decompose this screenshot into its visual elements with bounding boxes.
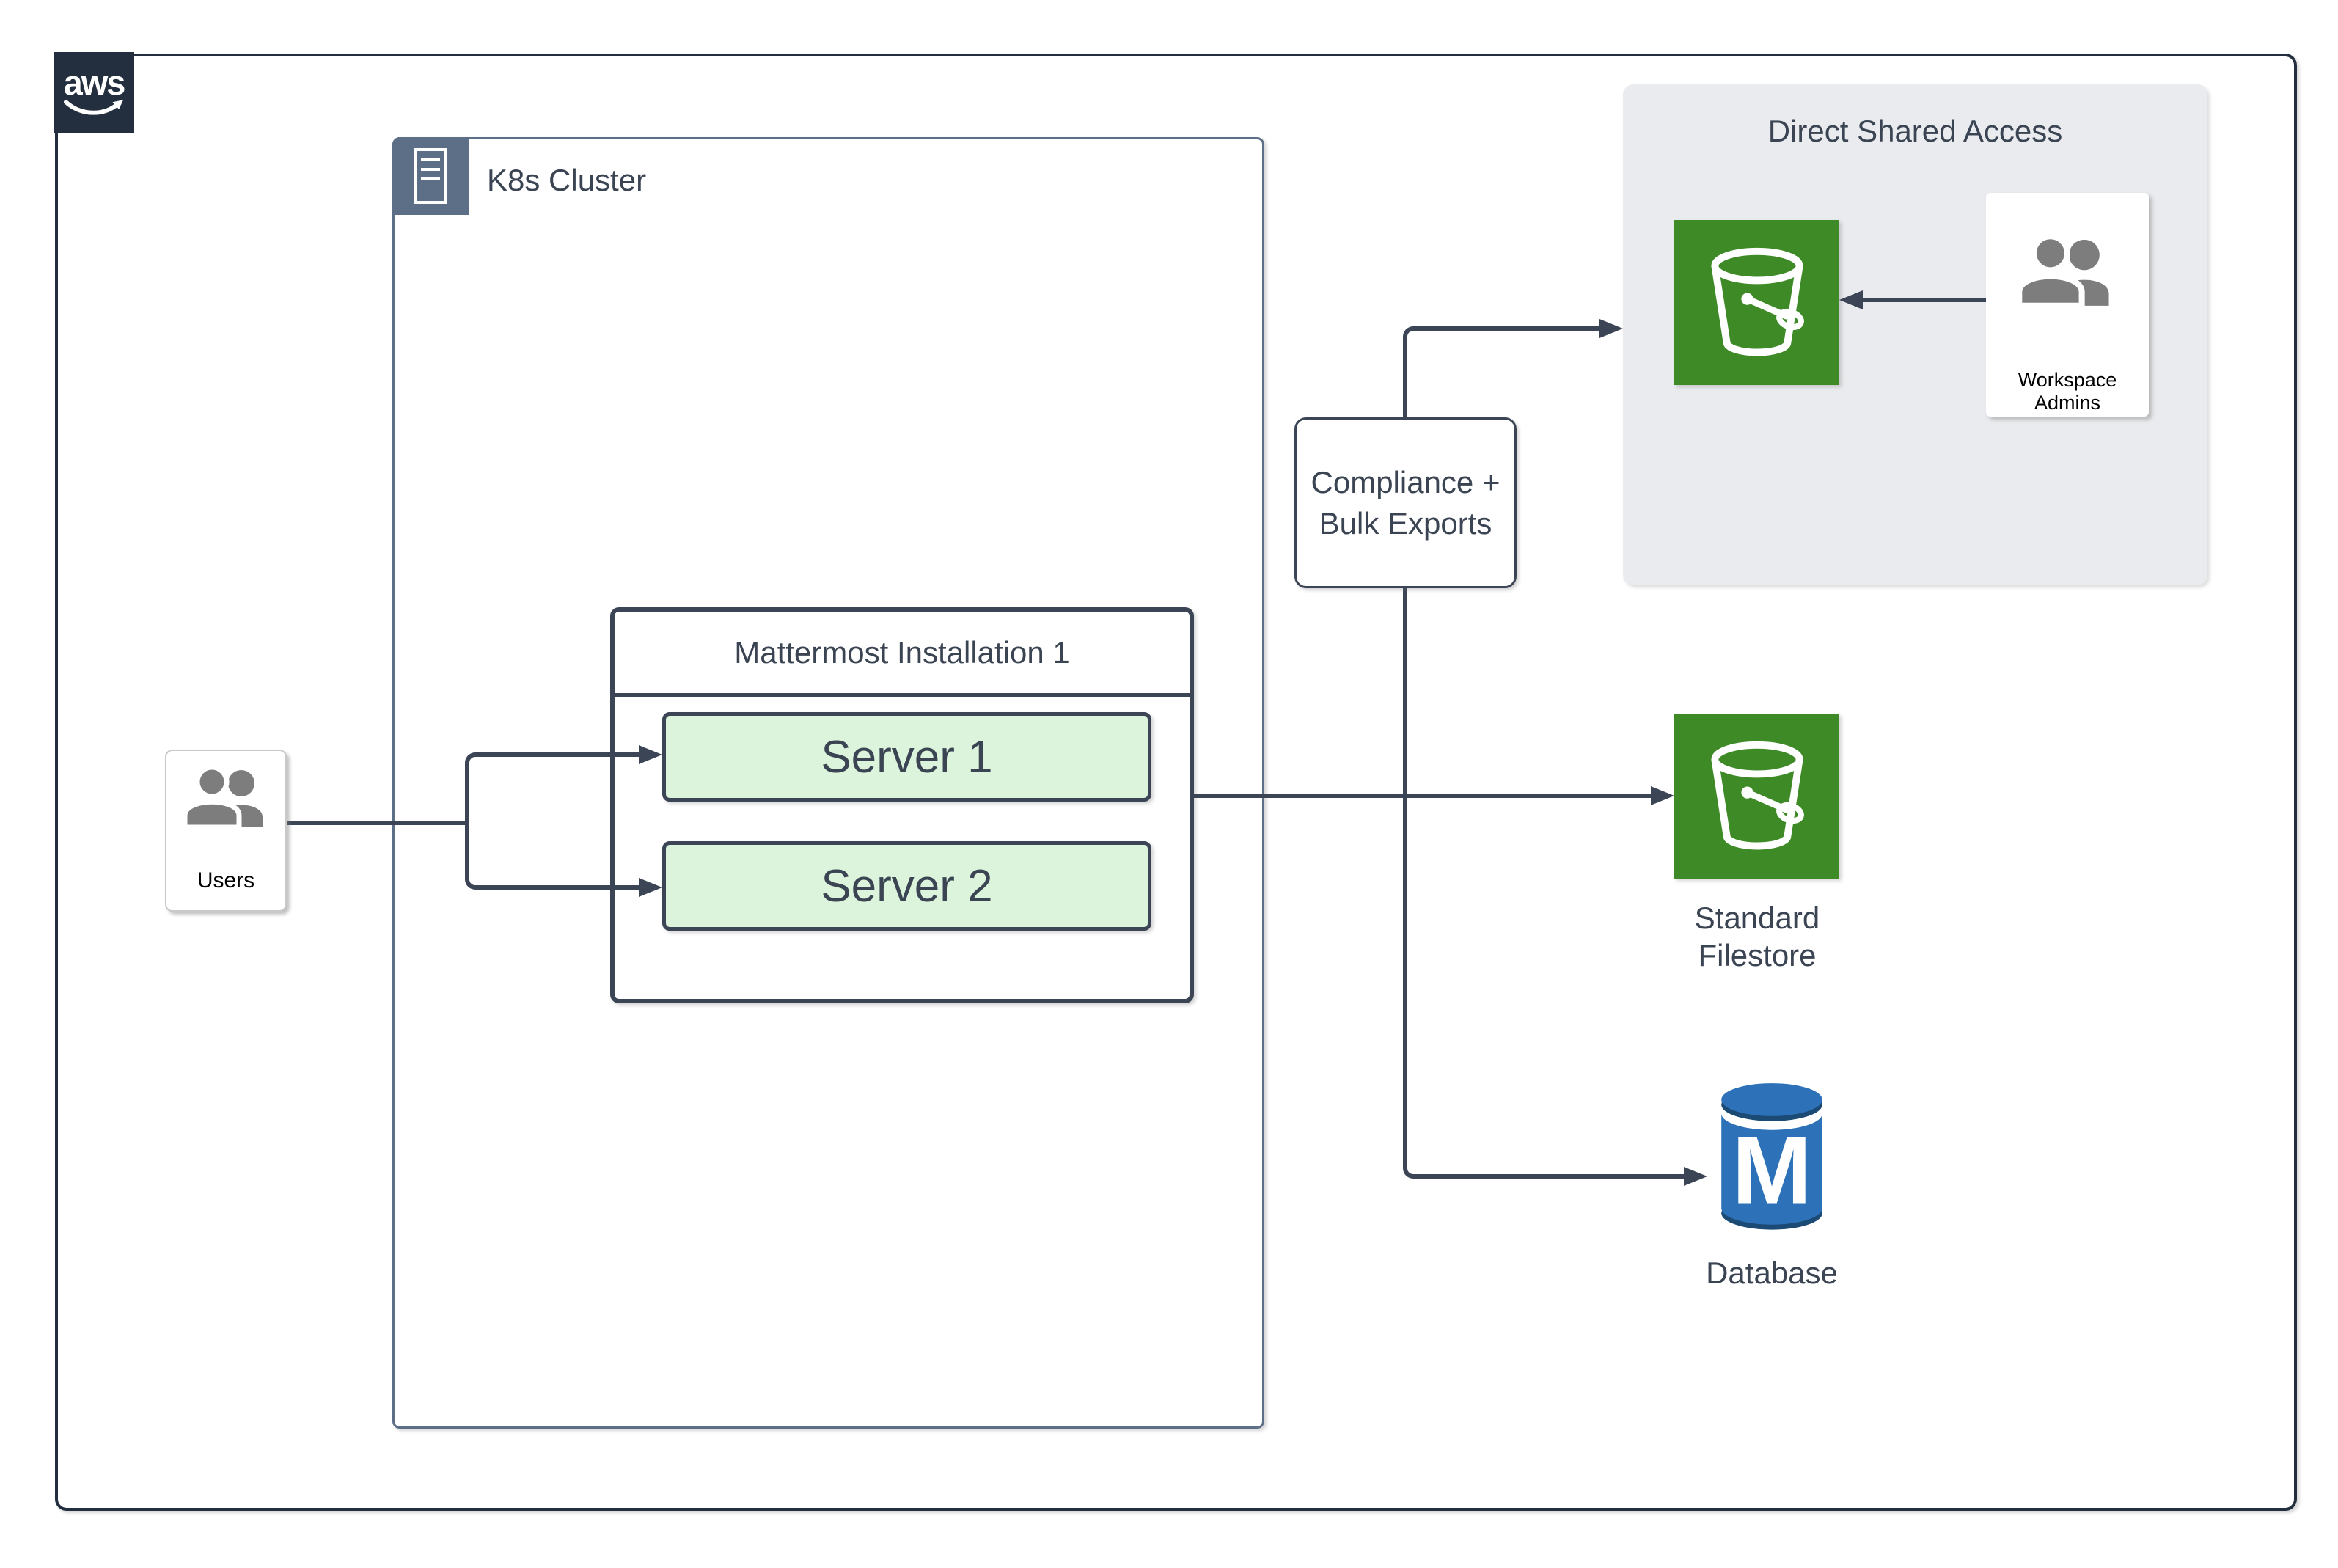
compliance-label-line2: Bulk Exports xyxy=(1319,503,1492,544)
standard-filestore-node xyxy=(1674,714,1839,879)
compliance-label-line1: Compliance + xyxy=(1311,462,1500,503)
k8s-cluster-label: K8s Cluster xyxy=(487,160,646,201)
connector-users-stem xyxy=(287,821,467,825)
connector-trunk-to-database xyxy=(1403,794,1684,1179)
arrowhead-into-export-bucket xyxy=(1599,319,1623,338)
arrowhead-into-standard-filestore xyxy=(1651,786,1674,805)
database-cylinder-icon: M xyxy=(1709,1076,1835,1245)
server-2-node: Server 2 xyxy=(662,841,1151,931)
connector-branch-to-server-2 xyxy=(465,823,640,890)
workspace-admins-node: Workspace Admins xyxy=(1986,193,2149,417)
connector-branch-to-server-1 xyxy=(465,752,640,823)
server-1-node: Server 1 xyxy=(662,712,1151,802)
dedicated-export-bucket-node xyxy=(1674,220,1839,385)
workspace-admins-label: Workspace Admins xyxy=(1986,369,2149,414)
users-label: Users xyxy=(166,752,285,914)
arrowhead-into-server-2 xyxy=(639,878,662,897)
database-label: Database xyxy=(1680,1256,1864,1291)
arrowhead-into-database xyxy=(1684,1167,1707,1186)
mattermost-installation-title: Mattermost Installation 1 xyxy=(615,612,1190,697)
s3-bucket-icon xyxy=(1691,730,1823,862)
aws-logo-badge: aws xyxy=(54,52,134,133)
k8s-cluster-tab xyxy=(392,137,469,215)
direct-shared-access-title: Direct Shared Access xyxy=(1623,114,2207,149)
aws-smile-icon xyxy=(62,99,125,118)
compliance-bulk-exports-node: Compliance + Bulk Exports xyxy=(1294,417,1517,588)
database-icon-letter: M xyxy=(1732,1116,1812,1223)
diagram-canvas: aws K8s Cluster Users Mattermost Install… xyxy=(0,0,2338,1568)
aws-logo-text: aws xyxy=(64,67,125,99)
server-rack-icon xyxy=(413,147,448,205)
arrowhead-into-server-1 xyxy=(639,745,662,764)
users-node: Users xyxy=(165,750,287,912)
arrowhead-into-export-bucket-from-admins xyxy=(1839,290,1863,309)
people-icon xyxy=(2012,231,2122,316)
s3-bucket-icon xyxy=(1691,237,1823,369)
connector-admins-to-export-bucket xyxy=(1863,298,1986,302)
mattermost-installation-container: Mattermost Installation 1 xyxy=(610,607,1194,1003)
